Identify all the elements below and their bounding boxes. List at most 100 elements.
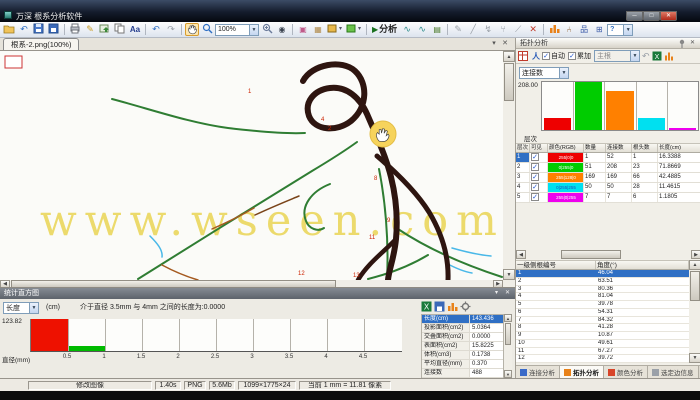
angle-row[interactable]: 1049.61 — [516, 340, 689, 348]
chevron-down-icon[interactable]: ▼ — [29, 303, 38, 313]
redo-icon[interactable]: ↷ — [164, 23, 178, 36]
chevron-down-icon[interactable]: ▼ — [623, 25, 632, 35]
layers-hscrollbar[interactable]: ◀ ▶ — [516, 250, 700, 259]
person-icon[interactable]: 人 — [532, 51, 540, 62]
grid-measure-icon[interactable]: ▤ — [430, 23, 444, 36]
chevron-down-icon[interactable]: ▼ — [249, 25, 258, 35]
stat-row[interactable]: 长度(cm)143.436 — [422, 315, 503, 324]
visible-checkbox[interactable]: ✓ — [531, 173, 539, 181]
draw-pencil-icon[interactable]: ✎ — [451, 23, 465, 36]
save-icon[interactable] — [47, 23, 61, 36]
angle-row[interactable]: 263.51 — [516, 278, 689, 286]
image-canvas[interactable]: www.wseen.com — [0, 50, 515, 287]
close-button[interactable]: ✕ — [660, 11, 677, 21]
overview-eye-icon[interactable]: ◉ — [275, 23, 289, 36]
export-table-icon[interactable] — [518, 51, 528, 61]
tab-拓扑分析[interactable]: 拓扑分析 — [560, 366, 604, 378]
export-excel-icon[interactable]: X — [652, 51, 662, 61]
scroll-down-icon[interactable]: ▼ — [689, 353, 700, 363]
print-icon[interactable] — [68, 23, 82, 36]
undo-icon[interactable]: ↶ — [642, 51, 650, 62]
tab-颜色分析[interactable]: 颜色分析 — [604, 366, 648, 378]
export-image-icon[interactable] — [98, 23, 112, 36]
pane-close-button[interactable]: ✕ — [500, 39, 510, 49]
tab-连接分析[interactable]: 连接分析 — [516, 366, 560, 378]
stat-row[interactable]: 平均直径(mm)0.370 — [422, 360, 503, 369]
angle-row[interactable]: 1167.27 — [516, 348, 689, 356]
stat-row[interactable]: 体积(cm3)0.1738 — [422, 351, 503, 360]
scroll-up-icon[interactable]: ▲ — [504, 314, 512, 322]
angle-row[interactable]: 380.36 — [516, 286, 689, 294]
accumulate-checkbox[interactable]: ✓ — [568, 52, 576, 60]
help-dropdown[interactable]: ?▼ — [607, 24, 633, 36]
back-icon[interactable]: ↶ — [17, 23, 31, 36]
pane-dropdown-button[interactable]: ▾ — [492, 289, 501, 298]
angle-row[interactable]: 146.04 — [516, 270, 689, 278]
angle-row[interactable]: 539.78 — [516, 301, 689, 309]
hand-pan-tool-icon[interactable] — [185, 23, 199, 36]
stat-row[interactable]: 表面积(cm2)15.8225 — [422, 342, 503, 351]
stamp-icon[interactable]: ▦ — [311, 23, 325, 36]
settings-gear-icon[interactable] — [460, 301, 471, 312]
visible-checkbox[interactable]: ✓ — [531, 183, 539, 191]
angle-vscrollbar[interactable]: ▲ ▼ — [689, 260, 700, 363]
pane-close-button[interactable]: ✕ — [688, 39, 697, 48]
metric-combo[interactable]: 连接数 ▼ — [519, 67, 569, 79]
document-tab[interactable]: 根系-2.png(100%) — [3, 38, 79, 50]
draw-curve-icon[interactable]: ↯ — [481, 23, 495, 36]
tab-选定边信息[interactable]: 选定边信息 — [648, 366, 699, 378]
layer-row[interactable]: 4✓0|255|25550502811.4615 — [516, 183, 700, 193]
minimize-button[interactable]: ─ — [626, 11, 643, 21]
pane-close-button[interactable]: ✕ — [503, 289, 512, 298]
maximize-button[interactable]: □ — [643, 11, 660, 21]
scroll-up-icon[interactable]: ▲ — [689, 260, 700, 270]
copy-icon[interactable] — [113, 23, 127, 36]
save-all-icon[interactable] — [32, 23, 46, 36]
smooth-filter-icon[interactable]: ∿ — [415, 23, 429, 36]
tree-chart-icon[interactable]: ⑃ — [562, 23, 576, 36]
scan-icon[interactable]: ▣ — [296, 23, 310, 36]
node-chart-icon[interactable]: 品 — [577, 23, 591, 36]
hscroll-thumb[interactable] — [561, 250, 621, 259]
chevron-down-icon[interactable]: ▼ — [559, 68, 568, 78]
measure-ruler-icon[interactable]: ⟋ — [511, 23, 525, 36]
color-picker-dropdown[interactable] — [326, 23, 344, 36]
vscroll-thumb[interactable] — [504, 63, 514, 101]
analyze-button[interactable]: ▶分析 — [370, 23, 399, 36]
scroll-down-icon[interactable]: ▼ — [503, 269, 515, 280]
layer-row[interactable]: 1✓255|0|0152116.3388 — [516, 153, 700, 163]
open-file-icon[interactable] — [2, 23, 16, 36]
angle-row[interactable]: 481.04 — [516, 293, 689, 301]
wave-filter-icon[interactable]: ∿ — [400, 23, 414, 36]
vscroll-thumb[interactable] — [690, 271, 700, 301]
edit-pencil-icon[interactable]: ✎ — [83, 23, 97, 36]
save-chart-icon[interactable] — [434, 301, 445, 312]
histogram-metric-combo[interactable]: 长度 ▼ — [3, 302, 39, 314]
visible-checkbox[interactable]: ✓ — [531, 163, 539, 171]
zoom-tool-icon[interactable] — [200, 23, 214, 36]
stat-row[interactable]: 连接数488 — [422, 369, 503, 378]
angle-row[interactable]: 841.28 — [516, 324, 689, 332]
chart-style-icon[interactable] — [447, 301, 458, 312]
vscroll-thumb[interactable] — [505, 323, 511, 345]
zoom-level-combo[interactable]: 100%▼ — [215, 24, 259, 36]
stat-row[interactable]: 投影面积(cm2)5.0364 — [422, 324, 503, 333]
layer-row[interactable]: 2✓0|255|0512082371.8669 — [516, 163, 700, 173]
visible-checkbox[interactable]: ✓ — [531, 153, 539, 161]
scroll-down-icon[interactable]: ▼ — [504, 370, 512, 378]
layer-row[interactable]: 3✓255|128|01691696642.4885 — [516, 173, 700, 183]
pane-dropdown-button[interactable]: ▾ — [489, 39, 499, 49]
zoom-in-icon[interactable] — [260, 23, 274, 36]
canvas-vscrollbar[interactable]: ▲ ▼ — [503, 51, 515, 280]
delete-tool-icon[interactable]: ✕ — [526, 23, 540, 36]
scroll-left-icon[interactable]: ◀ — [516, 250, 526, 259]
text-tool-icon[interactable]: Aa — [128, 23, 142, 36]
export-excel-icon[interactable]: X — [421, 301, 432, 312]
fill-color-dropdown[interactable] — [345, 23, 363, 36]
angle-row[interactable]: 654.31 — [516, 309, 689, 317]
table-grid-icon[interactable]: ⊞ — [592, 23, 606, 36]
scroll-right-icon[interactable]: ▶ — [691, 250, 700, 259]
scroll-up-icon[interactable]: ▲ — [503, 51, 515, 62]
stats-scrollbar[interactable]: ▲ ▼ — [504, 314, 512, 378]
angle-row[interactable]: 1239.72 — [516, 355, 689, 363]
